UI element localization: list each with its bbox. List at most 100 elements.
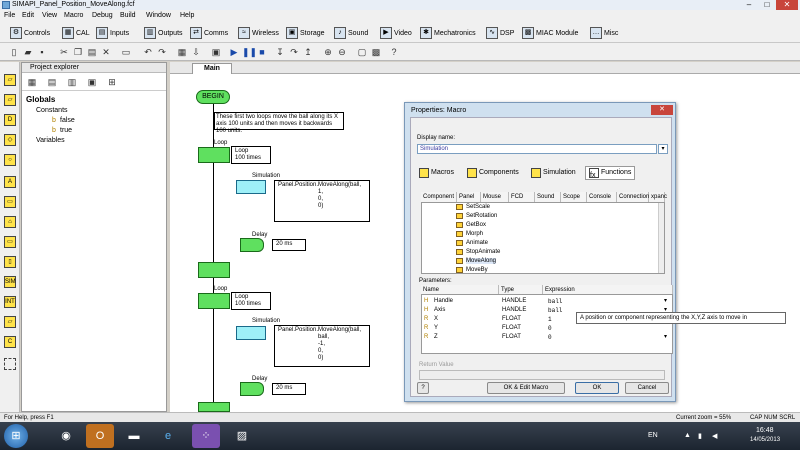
calculation-icon[interactable]: A bbox=[4, 176, 16, 188]
col-xpanc[interactable]: xpanc bbox=[649, 192, 667, 202]
tree-true[interactable]: true bbox=[60, 127, 72, 134]
goto-icon[interactable]: ▱ bbox=[4, 316, 16, 328]
menu-debug[interactable]: Debug bbox=[92, 12, 113, 19]
maximize-button[interactable]: □ bbox=[758, 0, 776, 10]
video-button[interactable]: ▶ Video bbox=[380, 26, 412, 40]
param-expression[interactable]: 0 bbox=[548, 333, 552, 342]
col-component[interactable]: Component bbox=[421, 192, 457, 202]
col-fcd[interactable]: FCD bbox=[509, 192, 535, 202]
links-view-icon[interactable]: ⊞ bbox=[106, 76, 118, 88]
step-over-icon[interactable]: ↷ bbox=[288, 46, 300, 58]
cal-button[interactable]: ▦ CAL bbox=[62, 26, 90, 40]
list-item[interactable]: StopAnimate bbox=[456, 249, 500, 255]
table-row[interactable]: R Z FLOAT 0 ▾ bbox=[422, 333, 674, 342]
list-item[interactable]: MoveBy bbox=[456, 267, 488, 273]
components-view-icon[interactable]: ▥ bbox=[66, 76, 78, 88]
compile-icon[interactable]: ▦ bbox=[176, 46, 188, 58]
chevron-down-icon[interactable]: ▾ bbox=[664, 333, 667, 342]
list-item[interactable]: Animate bbox=[456, 240, 488, 246]
internet-explorer-icon[interactable]: e bbox=[154, 424, 182, 448]
tab-components[interactable]: Components bbox=[467, 166, 519, 180]
controls-button[interactable]: ⚙ Controls bbox=[10, 26, 50, 40]
decision-icon[interactable]: ◇ bbox=[4, 134, 16, 146]
simulation-call-block-1[interactable] bbox=[236, 180, 266, 194]
stop-icon[interactable]: ■ bbox=[256, 46, 268, 58]
close-button[interactable]: ✕ bbox=[776, 0, 798, 10]
menu-file[interactable]: File bbox=[4, 12, 15, 19]
code-icon[interactable]: C bbox=[4, 336, 16, 348]
run-icon[interactable]: ▶ bbox=[228, 46, 240, 58]
list-item-selected[interactable]: MoveAlong bbox=[456, 258, 497, 264]
network-icon[interactable]: ▮ bbox=[698, 432, 702, 440]
copy-icon[interactable]: ❐ bbox=[72, 46, 84, 58]
new-file-icon[interactable]: ▯ bbox=[8, 46, 20, 58]
list-item[interactable]: Morph bbox=[456, 231, 483, 237]
loop-end-1[interactable] bbox=[198, 262, 230, 278]
flow-comment[interactable]: These first two loops move the ball alon… bbox=[214, 112, 344, 134]
table-row[interactable]: H Handle HANDLE ball ▾ bbox=[422, 297, 674, 306]
tray-arrow-icon[interactable]: ▲ bbox=[684, 432, 691, 439]
menu-view[interactable]: View bbox=[42, 12, 57, 19]
clock-time[interactable]: 16:48 bbox=[756, 427, 774, 434]
display-name-input[interactable]: Simulation bbox=[417, 144, 657, 154]
call-macro-icon[interactable]: ▭ bbox=[4, 196, 16, 208]
help-icon[interactable]: ? bbox=[388, 46, 400, 58]
redo-icon[interactable]: ↷ bbox=[156, 46, 168, 58]
cut-icon[interactable]: ✂ bbox=[58, 46, 70, 58]
step-into-icon[interactable]: ↧ bbox=[274, 46, 286, 58]
sound-button[interactable]: ♪ Sound bbox=[334, 26, 368, 40]
dsp-button[interactable]: ∿ DSP bbox=[486, 26, 514, 40]
app-taskbar-icon[interactable]: ▨ bbox=[228, 424, 256, 448]
delay-block-2[interactable] bbox=[240, 382, 264, 396]
connection-icon[interactable]: ○ bbox=[4, 154, 16, 166]
outputs-button[interactable]: ▥ Outputs bbox=[144, 26, 183, 40]
minimize-button[interactable]: – bbox=[740, 0, 758, 10]
volume-icon[interactable]: ◀ bbox=[712, 432, 717, 440]
tab-simulation[interactable]: Simulation bbox=[531, 166, 576, 180]
pause-icon[interactable]: ❚❚ bbox=[242, 46, 257, 58]
firefox-icon[interactable]: ◉ bbox=[52, 424, 80, 448]
print-icon[interactable]: ▭ bbox=[120, 46, 132, 58]
tree-false[interactable]: false bbox=[60, 117, 75, 124]
menu-build[interactable]: Build bbox=[120, 12, 136, 19]
sim-icon[interactable]: SIM bbox=[4, 276, 16, 288]
panel-icon[interactable]: ▢ bbox=[356, 46, 368, 58]
panel-view-icon[interactable]: ▣ bbox=[86, 76, 98, 88]
tree-constants[interactable]: Constants bbox=[36, 107, 68, 114]
delay-block-1[interactable] bbox=[240, 238, 264, 252]
inputs-button[interactable]: ▤ Inputs bbox=[96, 26, 129, 40]
flowcode-taskbar-icon[interactable]: ⁘ bbox=[192, 424, 220, 448]
col-console[interactable]: Console bbox=[587, 192, 617, 202]
tab-macros[interactable]: Macros bbox=[419, 166, 454, 180]
list-item[interactable]: GetBox bbox=[456, 222, 486, 228]
loop-end-2[interactable] bbox=[198, 402, 230, 412]
start-button-icon[interactable]: ⊞ bbox=[4, 424, 28, 448]
macros-view-icon[interactable]: ▤ bbox=[46, 76, 58, 88]
param-expression[interactable]: ball bbox=[548, 297, 562, 306]
tab-functions[interactable]: fx Functions bbox=[585, 166, 636, 180]
help-button[interactable]: ? bbox=[417, 382, 429, 394]
loop-block-1[interactable] bbox=[198, 147, 230, 163]
tab-main[interactable]: Main bbox=[192, 63, 232, 74]
begin-block[interactable]: BEGIN bbox=[196, 90, 230, 104]
mechatronics-button[interactable]: ✱ Mechatronics bbox=[420, 26, 476, 40]
menu-macro[interactable]: Macro bbox=[64, 12, 83, 19]
param-expression[interactable]: 0 bbox=[548, 324, 552, 333]
menu-window[interactable]: Window bbox=[146, 12, 171, 19]
open-file-icon[interactable]: ▰ bbox=[22, 46, 34, 58]
explorer-folder-icon[interactable]: ▬ bbox=[120, 424, 148, 448]
build-icon[interactable]: ▣ bbox=[210, 46, 222, 58]
col-sound[interactable]: Sound bbox=[535, 192, 561, 202]
zoom-in-icon[interactable]: ⊕ bbox=[322, 46, 334, 58]
menu-edit[interactable]: Edit bbox=[22, 12, 34, 19]
display-name-dropdown[interactable]: ▾ bbox=[658, 144, 668, 154]
delete-icon[interactable]: ✕ bbox=[100, 46, 112, 58]
save-icon[interactable]: ▪ bbox=[36, 46, 48, 58]
list-item[interactable]: SetScale bbox=[456, 204, 490, 210]
clock-date[interactable]: 14/05/2013 bbox=[750, 437, 780, 443]
misc-button[interactable]: … Misc bbox=[590, 26, 618, 40]
globals-view-icon[interactable]: ▦ bbox=[26, 76, 38, 88]
col-connection[interactable]: Connection bbox=[617, 192, 649, 202]
component-macro-icon[interactable]: ▭ bbox=[4, 236, 16, 248]
storage-button[interactable]: ▣ Storage bbox=[286, 26, 325, 40]
